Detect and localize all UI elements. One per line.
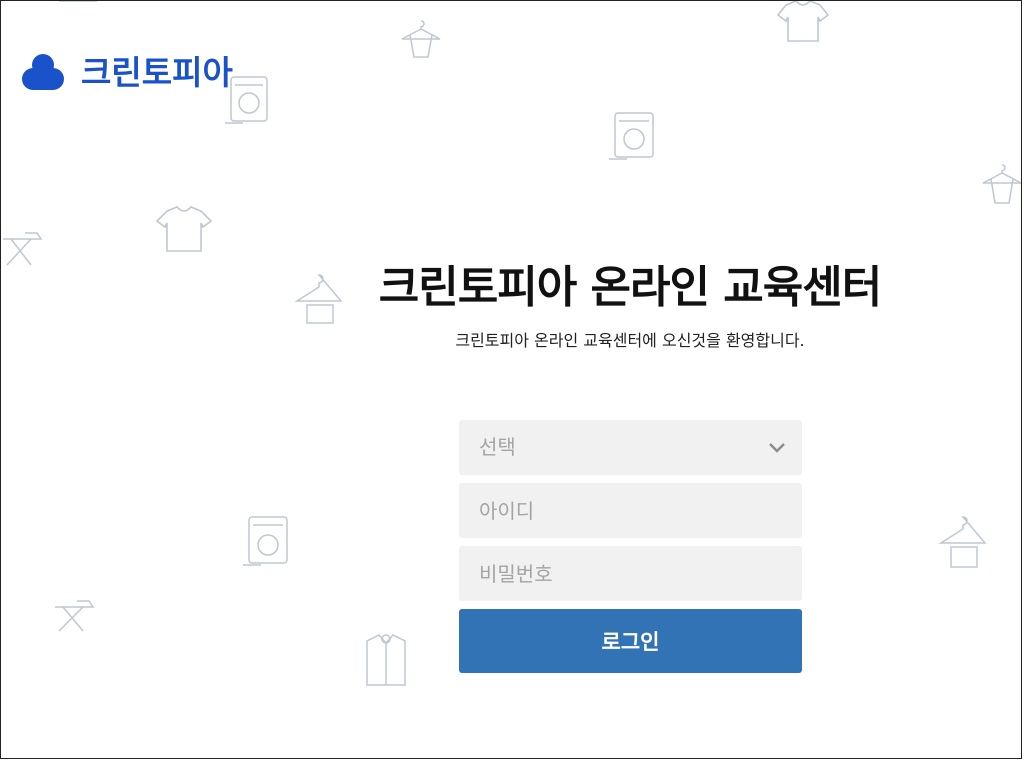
password-field-wrapper — [459, 546, 802, 601]
page-subtitle: 크린토피아 온라인 교육센터에 오신것을 환영합니다. — [455, 331, 805, 350]
dress-shirt-icon — [361, 631, 411, 689]
username-field-wrapper — [459, 483, 802, 538]
brand-name: 크린토피아 — [81, 53, 233, 92]
cloud-logo-icon — [22, 54, 64, 90]
password-input[interactable] — [459, 546, 802, 601]
page-frame: 크린토피아 크린토피아 온라인 교육센터 크린토피아 온라인 교육센터에 오신것… — [0, 0, 1022, 759]
username-input[interactable] — [459, 483, 802, 538]
chevron-down-icon — [769, 443, 785, 453]
tshirt-icon — [155, 203, 213, 255]
hanger-icon — [937, 513, 989, 571]
shirt-hanger-icon — [979, 163, 1021, 207]
brand-logo[interactable]: 크린토피아 — [21, 51, 233, 95]
login-form: 선택 로그인 — [459, 420, 802, 673]
shirt-hanger-icon — [396, 19, 446, 61]
tshirt-icon — [776, 1, 830, 43]
washing-machine-icon — [241, 513, 293, 571]
role-select-value: 선택 — [479, 435, 516, 459]
login-button[interactable]: 로그인 — [459, 609, 802, 673]
page-title: 크린토피아 온라인 교육센터 — [378, 262, 882, 313]
washing-machine-icon — [607, 109, 659, 164]
role-select[interactable]: 선택 — [459, 420, 802, 475]
ironing-board-icon — [53, 595, 97, 635]
tshirt-icon — [56, 1, 100, 13]
